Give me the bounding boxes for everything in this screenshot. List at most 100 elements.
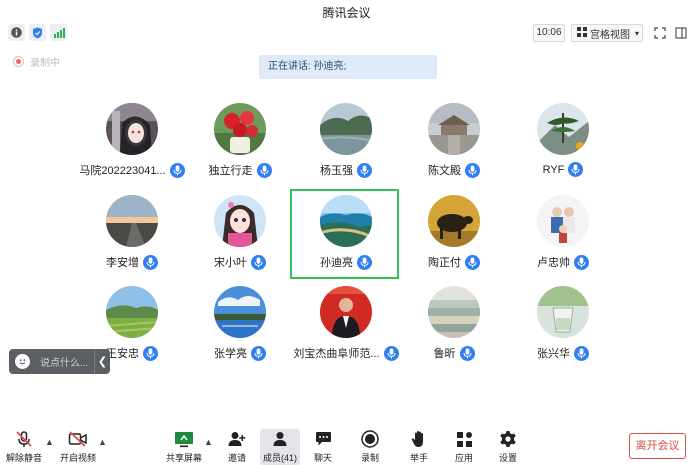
mic-icon	[143, 345, 158, 361]
participant-name: 鲁昕	[433, 348, 456, 360]
record-label: 录制	[360, 453, 379, 463]
participant-tile[interactable]: 马院202223041...	[76, 103, 188, 191]
apps-icon	[456, 429, 473, 449]
share-screen-button[interactable]: 共享屏幕	[164, 429, 204, 465]
chat-button[interactable]: 聊天	[303, 429, 343, 465]
participant-name: 孙迪亮	[320, 257, 353, 269]
participant-name-line: 刘宝杰曲阜师范...	[290, 345, 402, 361]
participant-tile[interactable]: 卢忠帅	[507, 195, 619, 283]
participant-name: 宋小叶	[214, 257, 247, 269]
record-button[interactable]: 录制	[350, 429, 390, 465]
participant-name-line: 陈文殿	[398, 162, 510, 178]
participant-name-line: RYF	[507, 162, 619, 177]
participant-tile[interactable]: 孙迪亮	[290, 195, 402, 283]
gear-icon	[499, 429, 517, 449]
audio-options-caret-icon[interactable]: ▲	[45, 437, 54, 447]
participant-name-line: 李安增	[76, 254, 188, 270]
avatar	[537, 103, 589, 155]
raise-hand-label: 举手	[409, 453, 428, 463]
avatar	[320, 195, 372, 247]
participant-name: 李安增	[106, 257, 139, 269]
participant-name-line: 孙迪亮	[290, 254, 402, 270]
avatar	[428, 286, 480, 338]
chat-bubble-icon	[315, 429, 332, 449]
participant-tile[interactable]: 张学亮	[184, 286, 296, 374]
mic-icon	[383, 345, 399, 361]
apps-button[interactable]: 应用	[444, 429, 484, 465]
add-user-icon	[228, 429, 246, 449]
participant-name: 刘宝杰曲阜师范...	[293, 348, 380, 360]
mic-icon	[357, 162, 372, 178]
chat-placeholder[interactable]: 说点什么...	[40, 354, 94, 369]
avatar	[106, 286, 158, 338]
mic-icon	[574, 254, 589, 270]
participant-name: 陶正付	[428, 257, 461, 269]
mic-icon	[169, 162, 185, 178]
participant-name: 杨玉强	[320, 165, 353, 177]
avatar	[106, 195, 158, 247]
settings-label: 设置	[498, 453, 517, 463]
participant-tile[interactable]: 刘宝杰曲阜师范...	[290, 286, 402, 374]
mic-icon	[459, 345, 475, 361]
participant-tile[interactable]: 独立行走	[184, 103, 296, 191]
participant-grid: 马院202223041... 独立行走 杨玉强 陈文殿 RYF 李安增 宋小叶 孙迪亮 陶正付 卢…	[0, 0, 693, 380]
invite-button[interactable]: 邀请	[217, 429, 257, 465]
settings-button[interactable]: 设置	[488, 429, 528, 465]
participant-name-line: 张学亮	[184, 345, 296, 361]
avatar	[214, 286, 266, 338]
record-icon	[361, 429, 379, 449]
participant-name-line: 马院202223041...	[76, 162, 188, 178]
avatar	[106, 103, 158, 155]
emoji-icon[interactable]	[15, 354, 30, 369]
avatar	[428, 195, 480, 247]
start-video-label: 开启视频	[59, 453, 96, 463]
participant-name: 卢忠帅	[537, 257, 570, 269]
video-options-caret-icon[interactable]: ▲	[98, 437, 107, 447]
mic-icon	[465, 162, 480, 178]
mic-icon	[143, 254, 158, 270]
participant-tile[interactable]: 陈文殿	[398, 103, 510, 191]
participant-name-line: 鲁昕	[398, 345, 510, 361]
video-off-icon	[68, 429, 88, 449]
participant-tile[interactable]: RYF	[507, 103, 619, 191]
participant-tile[interactable]: 宋小叶	[184, 195, 296, 283]
participant-tile[interactable]: 陶正付	[398, 195, 510, 283]
participant-name-line: 卢忠帅	[507, 254, 619, 270]
members-label: 成员(41)	[262, 453, 297, 463]
invite-label: 邀请	[227, 453, 246, 463]
chat-input-box[interactable]: 说点什么... ❮	[9, 349, 110, 374]
mic-icon	[251, 345, 266, 361]
participant-name: 张学亮	[214, 348, 247, 360]
meeting-window: 腾讯会议 10:06 宫格视图 ▾ 录制中 正在讲话: 孙迪亮; 马院20222…	[0, 0, 693, 465]
mic-icon	[568, 162, 584, 177]
raise-hand-button[interactable]: 举手	[399, 429, 439, 465]
mic-icon	[251, 254, 266, 270]
mic-icon	[256, 162, 272, 178]
chat-label: 聊天	[313, 453, 332, 463]
participant-name-line: 宋小叶	[184, 254, 296, 270]
participant-tile[interactable]: 李安增	[76, 195, 188, 283]
hand-icon	[411, 429, 427, 449]
share-options-caret-icon[interactable]: ▲	[204, 437, 213, 447]
participant-name-line: 陶正付	[398, 254, 510, 270]
participant-tile[interactable]: 张兴华	[507, 286, 619, 374]
avatar	[537, 195, 589, 247]
avatar	[320, 103, 372, 155]
collapse-chat-icon[interactable]: ❮	[94, 349, 110, 374]
share-screen-icon	[174, 429, 194, 449]
participant-name: 张兴华	[537, 348, 570, 360]
participant-name: 马院202223041...	[79, 165, 166, 177]
start-video-button[interactable]: 开启视频	[58, 429, 98, 465]
bottom-toolbar: 解除静音 ▲ 开启视频 ▲ 共享屏幕 ▲ 邀请 成员(41) 聊天 录制 举手 …	[0, 425, 693, 465]
members-button[interactable]: 成员(41)	[260, 429, 300, 465]
apps-label: 应用	[454, 453, 473, 463]
participant-tile[interactable]: 鲁昕	[398, 286, 510, 374]
participant-name: RYF	[542, 163, 565, 176]
leave-meeting-button[interactable]: 离开会议	[629, 433, 686, 459]
unmute-button[interactable]: 解除静音	[4, 429, 44, 465]
participant-tile[interactable]: 杨玉强	[290, 103, 402, 191]
mic-icon	[357, 254, 372, 270]
participant-name-line: 张兴华	[507, 345, 619, 361]
members-icon	[272, 429, 288, 449]
avatar	[537, 286, 589, 338]
